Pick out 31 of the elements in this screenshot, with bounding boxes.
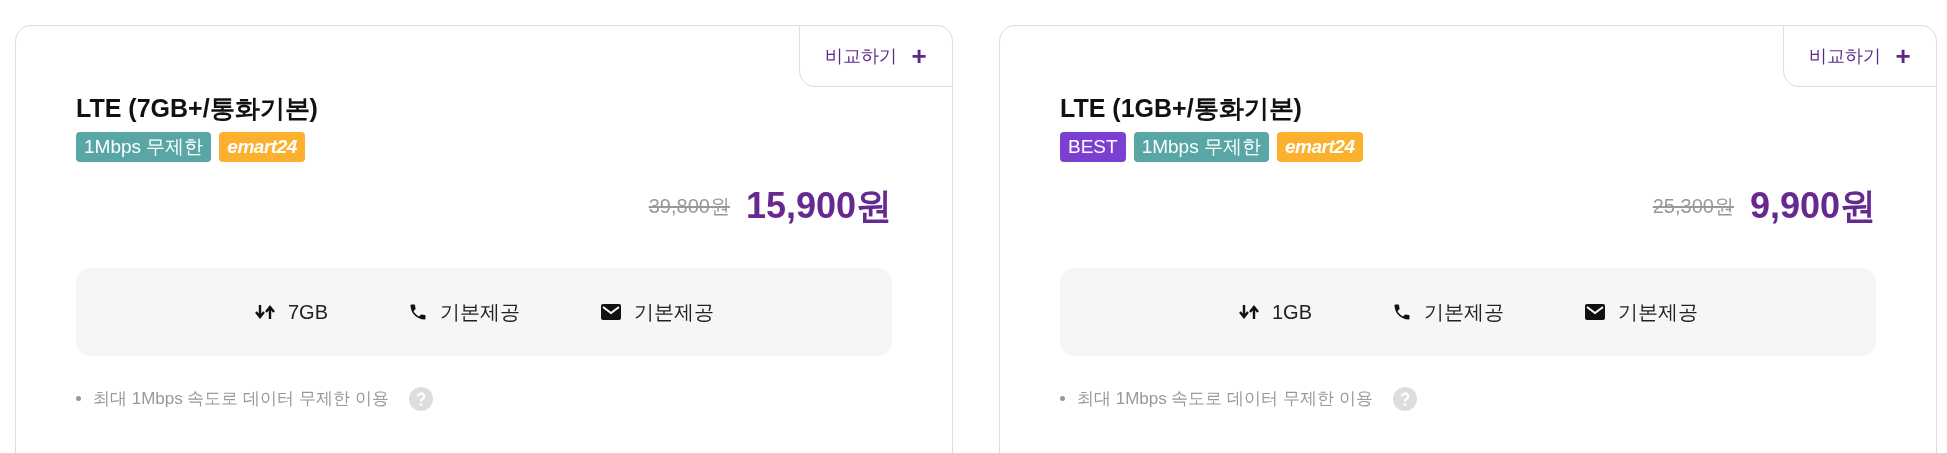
mail-icon <box>1584 303 1606 321</box>
bullet-icon <box>76 396 81 402</box>
sale-price: 9,900원 <box>1749 184 1876 228</box>
feature-label: 7GB <box>288 300 328 325</box>
help-icon[interactable] <box>1392 386 1417 411</box>
plan-note: 최대 1Mbps 속도로 데이터 무제한 이용 <box>93 388 389 410</box>
mail-icon <box>600 303 622 321</box>
plan-note: 최대 1Mbps 속도로 데이터 무제한 이용 <box>1077 388 1373 410</box>
compare-button[interactable]: 비교하기 + <box>799 25 953 87</box>
feature-label: 1GB <box>1272 300 1312 325</box>
feature-label: 기본제공 <box>1424 300 1504 325</box>
plan-badge: 1Mbps 무제한 <box>1133 132 1269 162</box>
feature-label: 기본제공 <box>440 300 520 325</box>
compare-button[interactable]: 비교하기 + <box>1783 25 1937 87</box>
plan-title: LTE (1GB+/통화기본) <box>1060 93 1302 124</box>
plan-badge: BEST <box>1060 132 1126 162</box>
arrows-icon <box>254 303 276 321</box>
store-logo: emart24 <box>219 132 305 162</box>
help-icon[interactable] <box>408 386 433 411</box>
phone-icon <box>1392 302 1412 322</box>
store-logo: emart24 <box>1276 132 1363 162</box>
bullet-icon <box>1060 396 1065 402</box>
feature-label: 기본제공 <box>634 300 714 325</box>
plan-badge: 1Mbps 무제한 <box>76 132 212 162</box>
phone-icon <box>408 302 428 322</box>
arrows-icon <box>1238 303 1260 321</box>
original-price: 25,300원 <box>1652 194 1734 219</box>
plan-title: LTE (7GB+/통화기본) <box>76 93 318 124</box>
sale-price: 15,900원 <box>745 184 892 228</box>
original-price: 39,800원 <box>648 194 730 219</box>
feature-label: 기본제공 <box>1618 300 1698 325</box>
